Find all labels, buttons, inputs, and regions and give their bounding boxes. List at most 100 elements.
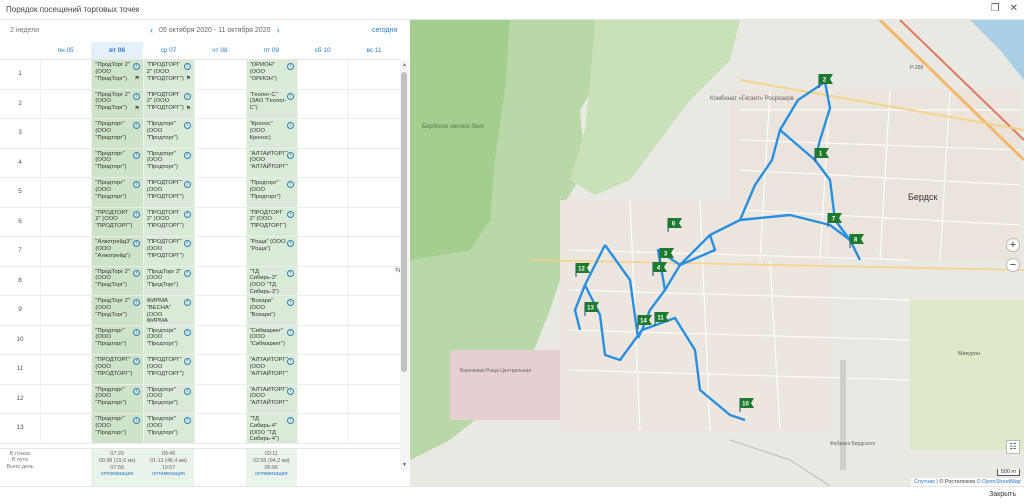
weeks-selector[interactable]: 2 недели	[10, 27, 39, 34]
info-icon[interactable]: i	[184, 92, 192, 100]
info-icon[interactable]: i	[184, 210, 192, 218]
info-icon[interactable]: i	[286, 269, 294, 277]
schedule-cell[interactable]: "Вохари" (ООО "Вохари") i	[245, 296, 297, 325]
info-icon[interactable]: i	[132, 122, 140, 129]
info-icon[interactable]: i	[184, 417, 192, 424]
schedule-cell[interactable]: "ПродТорг 2" (ООО "ПродТорг") i ⚑	[91, 60, 143, 89]
layers-icon[interactable]: ☷	[1006, 440, 1020, 454]
schedule-cell[interactable]: "Продторг" (ООО "Продторг") i	[245, 178, 297, 207]
info-icon[interactable]: i	[286, 328, 294, 336]
info-icon[interactable]: i	[184, 63, 192, 70]
optimize-button[interactable]: оптимизация	[143, 471, 194, 478]
schedule-cell[interactable]: "ПРОДТОРГ 2" (ООО "ПРОДТОРГ") i ⚑	[142, 60, 195, 89]
info-icon[interactable]: i	[132, 328, 140, 336]
info-icon[interactable]: i	[286, 387, 294, 395]
schedule-cell[interactable]: "ПродТорг 2" (ООО "ПродТорг") i ⚑	[91, 89, 143, 118]
schedule-cell[interactable]: "АЛТАЙТОРГ" (ООО "АЛТАЙТОРГ") i	[245, 148, 297, 177]
day-header-1[interactable]: вт 06	[91, 42, 143, 59]
info-icon[interactable]: i	[132, 358, 140, 365]
schedule-cell[interactable]: "Продторг" (ООО "Продторг") i	[142, 119, 195, 148]
scroll-thumb[interactable]	[401, 72, 407, 372]
info-icon[interactable]: i	[286, 63, 294, 70]
schedule-cell[interactable]: "ПРОДТОРГ" (ООО "ПРОДТОРГ") i	[142, 178, 195, 207]
schedule-cell[interactable]: "Продторг" (ООО "Продторг") i	[91, 384, 143, 413]
grid-scrollbar[interactable]: ▲ ▼	[400, 60, 409, 470]
schedule-cell[interactable]: "Продторг" (ООО "Продторг") i	[91, 325, 143, 354]
schedule-cell[interactable]: "Геолог-С" (ЗАО "Геолог-С") i	[245, 89, 297, 118]
info-icon[interactable]: i	[286, 181, 294, 188]
scroll-down-icon[interactable]: ▼	[402, 462, 407, 468]
day-header-0[interactable]: пн 05	[40, 42, 91, 59]
info-icon[interactable]: i	[132, 63, 140, 70]
schedule-cell[interactable]: "ПРОДТОРГ" (ООО "ПРОДТОРГ") i	[142, 355, 195, 384]
info-icon[interactable]: i	[132, 269, 140, 277]
info-icon[interactable]: i	[184, 240, 192, 247]
info-icon[interactable]: i	[286, 92, 294, 100]
day-header-4[interactable]: пт 09	[246, 42, 297, 59]
scroll-up-icon[interactable]: ▲	[402, 62, 407, 68]
day-header-3[interactable]: чт 08	[194, 42, 245, 59]
schedule-cell[interactable]: "Продторг" (ООО "Продторг") i	[91, 414, 143, 443]
info-icon[interactable]: i	[184, 328, 192, 336]
schedule-cell[interactable]: "ПРОДТОРГ 2" (ООО "ПРОДТОРГ") i	[245, 207, 297, 236]
schedule-cell[interactable]: "ТД Сибирь-4" (ООО "ТД Сибирь-4") i	[245, 414, 297, 443]
schedule-cell[interactable]: "Продторг" (ООО "Продторг") i	[142, 325, 195, 354]
info-icon[interactable]: i	[286, 122, 294, 129]
schedule-cell[interactable]: "ПродТорг 2" (ООО "ПродТорг") i	[142, 266, 195, 295]
info-icon[interactable]: i	[286, 210, 294, 218]
info-icon[interactable]: i	[286, 240, 294, 247]
schedule-cell[interactable]: "ТД Сибирь-3" (ООО "ТД Сибирь-3") i	[245, 266, 297, 295]
schedule-cell[interactable]: "АлкотрейдЗ" (ООО "Алкотрейд") i	[91, 237, 143, 266]
schedule-cell[interactable]: "Продторг" (ООО "Продторг") i	[91, 148, 143, 177]
info-icon[interactable]: i	[286, 299, 294, 306]
info-icon[interactable]: i	[132, 181, 140, 188]
schedule-cell[interactable]: "ПРОДТОРГ" (ООО "ПРОДТОРГ") i	[142, 237, 195, 266]
info-icon[interactable]: i	[184, 387, 192, 395]
day-header-6[interactable]: вс 11	[348, 42, 399, 59]
schedule-cell[interactable]: "АЛТАЙТОРГ" (ООО "АЛТАЙТОРГ") i	[245, 384, 297, 413]
info-icon[interactable]: i	[132, 417, 140, 424]
day-header-5[interactable]: сб 10	[297, 42, 348, 59]
info-icon[interactable]: i	[184, 299, 192, 306]
day-header-2[interactable]: ср 07	[143, 42, 194, 59]
schedule-cell[interactable]: "Роща" (ООО "Роща") i	[245, 237, 297, 266]
next-week-icon[interactable]: ›	[277, 25, 280, 35]
info-icon[interactable]: i	[184, 358, 192, 365]
close-icon[interactable]: ✕	[1010, 3, 1018, 14]
schedule-cell[interactable]: "Продторг" (ООО "Продторг") i	[91, 119, 143, 148]
restore-icon[interactable]: ❐	[991, 3, 1000, 14]
info-icon[interactable]: i	[184, 181, 192, 188]
schedule-cell[interactable]: "Продторг" (ООО "Продторг") i	[142, 148, 195, 177]
schedule-cell[interactable]: "ПРОДТОРГ 2" (ООО "ПРОДТОРГ") i ⚑	[142, 89, 195, 118]
info-icon[interactable]: i	[184, 269, 192, 277]
schedule-cell[interactable]: "Кронос" (ООО Кронос) i	[245, 119, 297, 148]
schedule-cell[interactable]: "ПродТорг 2" (ООО "ПродТорг") i	[91, 266, 143, 295]
prev-week-icon[interactable]: ‹	[150, 25, 153, 35]
attribution-osm-link[interactable]: © OpenStreetMap	[977, 479, 1021, 485]
schedule-cell[interactable]: "ПРОДТОРГ 2" (ООО "ПРОДТОРГ") i	[142, 207, 195, 236]
info-icon[interactable]: i	[286, 417, 294, 424]
info-icon[interactable]: i	[132, 92, 140, 100]
info-icon[interactable]: i	[132, 299, 140, 306]
schedule-cell[interactable]: "Продторг" (ООО "Продторг") i	[142, 414, 195, 443]
attribution-satellite[interactable]: Спутник	[914, 479, 935, 485]
info-icon[interactable]: i	[286, 151, 294, 159]
map-canvas[interactable]: Бердское лесное дачи Комбинат «Гигант» Р…	[410, 20, 1024, 486]
info-icon[interactable]: i	[132, 210, 140, 218]
schedule-cell[interactable]: "Продторг" (ООО "Продторг") i	[91, 178, 143, 207]
schedule-cell[interactable]: "ПродТорг 2" (ООО "ПродТорг") i	[91, 296, 143, 325]
info-icon[interactable]: i	[184, 151, 192, 159]
info-icon[interactable]: i	[132, 240, 140, 247]
info-icon[interactable]: i	[184, 122, 192, 129]
zoom-in-button[interactable]: +	[1006, 238, 1020, 252]
close-button[interactable]: Закрыть	[989, 491, 1016, 498]
optimize-button[interactable]: оптимизация	[91, 471, 142, 478]
route-map[interactable]: Бердское лесное дачи Комбинат «Гигант» Р…	[410, 20, 1024, 486]
schedule-cell[interactable]: ФИРМА "ВЕСНА" (ООО ФИРМА "ВЕСНА") i	[142, 296, 195, 325]
zoom-out-button[interactable]: −	[1006, 258, 1020, 272]
schedule-cell[interactable]: "ОРИОН" (ООО "ОРИОН") i	[245, 60, 297, 89]
schedule-cell[interactable]: "Продторг" (ООО "Продторг") i	[142, 384, 195, 413]
info-icon[interactable]: i	[286, 358, 294, 365]
schedule-cell[interactable]: "ПРОДТОРГ" (ООО "ПРОДТОРГ") i	[91, 355, 143, 384]
schedule-cell[interactable]: "ПРОДТОРГ 2" (ООО "ПРОДТОРГ") i	[91, 207, 143, 236]
